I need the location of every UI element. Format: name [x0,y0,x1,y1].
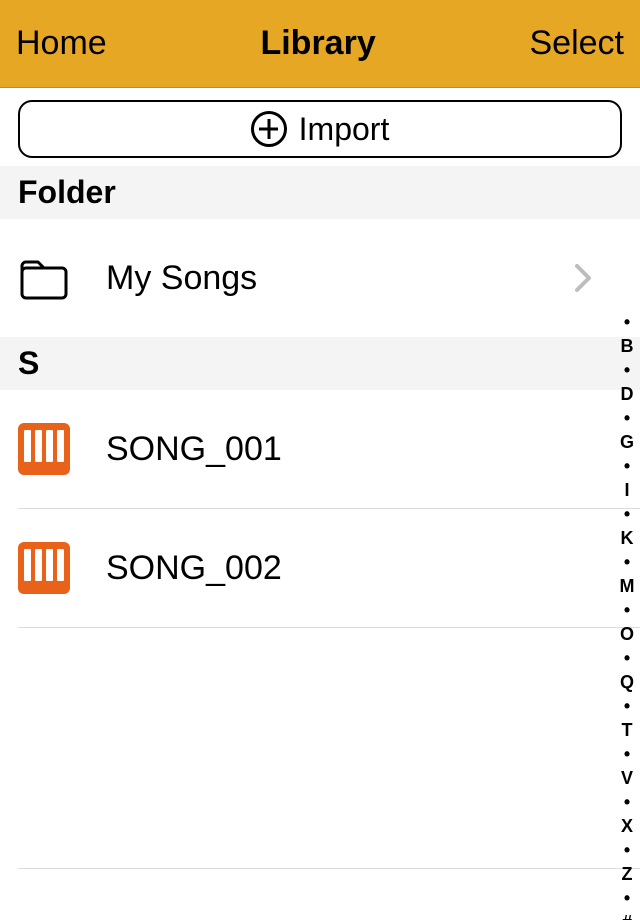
alpha-index-item[interactable]: • [624,742,630,766]
import-container: Import [0,88,640,166]
alpha-index-item[interactable]: • [624,790,630,814]
content-area: Import Folder My Songs S SONG_001 [0,88,640,920]
alpha-index-item[interactable]: • [624,694,630,718]
alpha-index-item[interactable]: • [624,838,630,862]
alpha-index-item[interactable]: • [624,454,630,478]
section-header-folder: Folder [0,166,640,219]
list-divider [18,868,640,869]
alpha-index-item[interactable]: M [620,574,635,598]
import-button[interactable]: Import [18,100,622,158]
alpha-index-item[interactable]: • [624,358,630,382]
alpha-index-item[interactable]: I [624,478,629,502]
alpha-index[interactable]: • B • D • G • I • K • M • O • Q • T • V … [614,310,640,908]
navbar: Home Library Select [0,0,640,88]
plus-circle-icon [251,111,287,147]
alpha-index-item[interactable]: V [621,766,633,790]
piano-icon [18,542,70,594]
alpha-index-item[interactable]: • [624,646,630,670]
list-divider [18,627,640,628]
select-button[interactable]: Select [530,24,625,63]
folder-row-my-songs[interactable]: My Songs [0,219,640,337]
alpha-index-item[interactable]: Z [622,862,633,886]
alpha-index-item[interactable]: K [621,526,634,550]
alpha-index-item[interactable]: D [621,382,634,406]
alpha-index-item[interactable]: B [621,334,634,358]
song-label: SONG_001 [106,430,622,469]
alpha-index-item[interactable]: Q [620,670,634,694]
song-list: SONG_001 SONG_002 [0,390,640,869]
chevron-right-icon [574,263,592,293]
section-header-s: S [0,337,640,390]
import-label: Import [299,111,390,148]
home-button[interactable]: Home [16,24,107,63]
alpha-index-item[interactable]: G [620,430,634,454]
song-row[interactable]: SONG_001 [0,390,640,508]
song-row[interactable]: SONG_002 [0,509,640,627]
alpha-index-item[interactable]: T [622,718,633,742]
alpha-index-item[interactable]: • [624,310,630,334]
song-label: SONG_002 [106,549,622,588]
alpha-index-item[interactable]: • [624,406,630,430]
folder-label: My Songs [106,259,574,298]
alpha-index-item[interactable]: X [621,814,633,838]
folder-icon [18,252,70,304]
alpha-index-item[interactable]: • [624,550,630,574]
alpha-index-item[interactable]: • [624,598,630,622]
alpha-index-item[interactable]: • [624,502,630,526]
alpha-index-item[interactable]: # [622,910,632,920]
page-title: Library [260,24,375,63]
alpha-index-item[interactable]: O [620,622,634,646]
alpha-index-item[interactable]: • [624,886,630,910]
piano-icon [18,423,70,475]
